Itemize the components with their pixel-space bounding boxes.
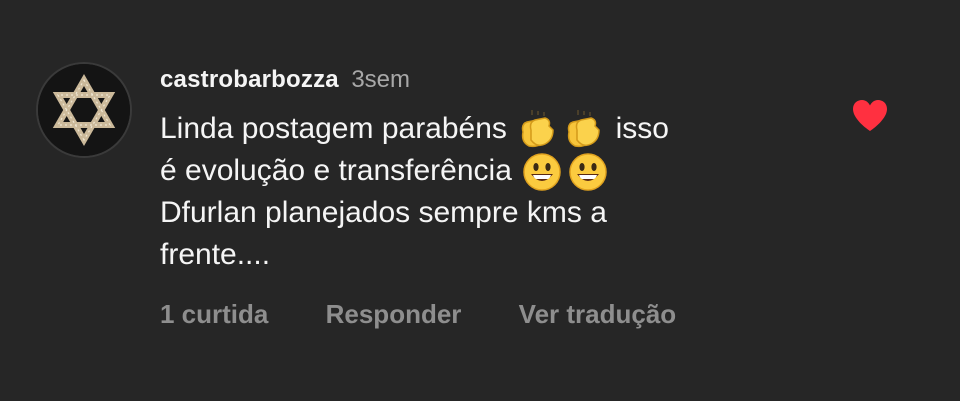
- comment-line-2: é evolução e transferência: [160, 150, 810, 192]
- username-link[interactable]: castrobarbozza: [160, 66, 339, 93]
- likes-count-link[interactable]: 1 curtida: [160, 296, 268, 332]
- grinning-face-emoji-icon: [520, 150, 566, 192]
- like-button[interactable]: [850, 98, 890, 134]
- comment-text-segment: é evolução e transferência: [160, 154, 512, 187]
- reply-button[interactable]: Responder: [326, 296, 462, 332]
- comment-line-4: frente....: [160, 238, 271, 271]
- star-of-david-icon: [38, 64, 130, 156]
- comment-text: Linda postagem parabéns isso é evolução …: [160, 108, 810, 276]
- clapping-hands-emoji-icon: [515, 108, 561, 150]
- comment-line-3: Dfurlan planejados sempre kms a: [160, 196, 607, 229]
- heart-filled-icon: [853, 100, 887, 131]
- comment-header: castrobarbozza 3sem: [160, 62, 410, 98]
- timestamp: 3sem: [351, 66, 410, 93]
- grinning-face-emoji-icon: [566, 150, 612, 192]
- translate-button[interactable]: Ver tradução: [519, 296, 677, 332]
- clapping-hands-emoji-icon: [561, 108, 607, 150]
- comment-actions: 1 curtida Responder Ver tradução: [160, 296, 726, 332]
- comment-line-1: Linda postagem parabéns isso: [160, 108, 810, 150]
- comment-text-segment: isso: [615, 112, 669, 145]
- avatar[interactable]: [36, 62, 132, 158]
- comment-text-segment: Linda postagem parabéns: [160, 112, 507, 145]
